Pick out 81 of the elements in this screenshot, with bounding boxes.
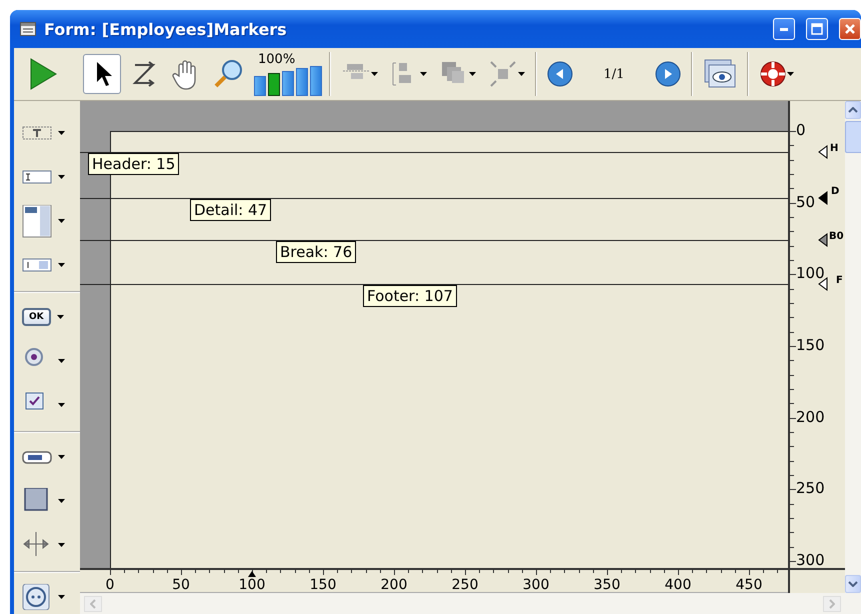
dropdown-caret-icon <box>371 72 378 76</box>
position-marker-icon <box>248 571 256 577</box>
dropdown-caret-icon <box>58 455 65 459</box>
plug-in-icon <box>22 584 52 610</box>
page-indicator: 1/1 <box>602 66 626 82</box>
marker-handle-icon[interactable] <box>818 277 828 291</box>
dropdown-caret-icon <box>58 499 65 503</box>
dropdown-caret-icon <box>58 359 65 363</box>
ruler-number: 0 <box>106 578 114 592</box>
minimize-icon <box>780 28 788 30</box>
ok-button-tool[interactable]: OK <box>14 295 80 339</box>
dropdown-caret-icon <box>58 543 65 547</box>
dropdown-caret-icon <box>58 219 65 223</box>
form-window-icon <box>20 22 36 36</box>
dropdown-caret-icon <box>58 403 65 407</box>
dropdown-caret-icon <box>469 72 476 76</box>
lifebuoy-icon <box>759 60 787 88</box>
scroll-up-button[interactable] <box>845 101 861 119</box>
magnifier-icon <box>213 58 245 90</box>
pointer-tool[interactable] <box>83 54 121 94</box>
minimize-button[interactable] <box>773 18 795 40</box>
zoom-level-bar[interactable] <box>268 73 280 96</box>
ruler-number: 250 <box>796 481 825 496</box>
dropdown-caret-icon <box>58 595 65 599</box>
ruler-number: 50 <box>796 195 816 210</box>
dropdown-caret-icon <box>58 175 65 179</box>
ruler-number: 350 <box>594 578 620 592</box>
dropdown-caret-icon <box>58 263 65 267</box>
zoom-level-bar[interactable] <box>254 76 266 96</box>
right-chevron-icon <box>829 598 835 608</box>
marker-handle-icon[interactable] <box>818 145 828 159</box>
ruler-number: 450 <box>736 578 762 592</box>
up-chevron-icon <box>848 107 858 113</box>
ruler-number: 200 <box>380 578 408 592</box>
marker-tag: F <box>836 275 843 286</box>
eye-window-icon <box>703 58 737 90</box>
left-chevron-icon <box>90 598 96 608</box>
ruler-number: 300 <box>522 578 550 592</box>
scrollbar-thumb[interactable] <box>845 121 861 153</box>
left-arrow-circle-icon <box>547 61 573 87</box>
ruler-number: 250 <box>452 578 478 592</box>
marker-label[interactable]: Header: 15 <box>88 153 180 175</box>
marker-handle-icon[interactable] <box>818 233 828 247</box>
dropdown-caret-icon <box>518 72 525 76</box>
zoom-percentage: 100% <box>258 52 296 66</box>
progress-bar-icon <box>22 450 52 464</box>
marker-handle-icon[interactable] <box>818 191 828 205</box>
ruler-number: 150 <box>310 578 336 592</box>
scroll-down-button[interactable] <box>845 575 861 593</box>
dropdown-caret-icon <box>56 315 64 319</box>
ok-button-icon: OK <box>22 308 51 326</box>
dropdown-caret-icon <box>420 72 427 76</box>
resize-icon <box>488 59 518 89</box>
text-icon <box>22 126 52 140</box>
right-arrow-circle-icon <box>655 61 681 87</box>
marker-label[interactable]: Detail: 47 <box>190 199 272 221</box>
close-button[interactable] <box>839 18 861 40</box>
ruler-number: 300 <box>796 553 825 568</box>
maximize-icon <box>811 23 823 35</box>
ruler-number: 200 <box>796 410 825 425</box>
ruler-number: 50 <box>172 578 190 592</box>
down-chevron-icon <box>848 581 858 587</box>
ruler-number: 150 <box>796 338 825 353</box>
dropdown-caret-icon <box>787 72 794 76</box>
marker-tag: H <box>830 143 838 154</box>
dropdown-icon <box>22 258 52 272</box>
marker-tag: B0 <box>829 231 844 242</box>
maximize-button[interactable] <box>806 18 828 40</box>
ruler-number: 400 <box>664 578 692 592</box>
marker-label[interactable]: Footer: 107 <box>363 285 457 307</box>
ruler-number: 100 <box>238 578 266 592</box>
ruler-number: 0 <box>796 123 806 138</box>
dropdown-caret-icon <box>58 131 65 135</box>
play-icon <box>28 58 58 90</box>
window-title: Form: [Employees]Markers <box>44 20 288 38</box>
ruler-number: 100 <box>796 266 825 281</box>
marker-label[interactable]: Break: 76 <box>276 241 356 263</box>
marker-tag: D <box>831 186 840 197</box>
list-box-icon <box>22 204 52 238</box>
input-field-icon <box>22 170 52 184</box>
close-icon <box>844 23 856 35</box>
